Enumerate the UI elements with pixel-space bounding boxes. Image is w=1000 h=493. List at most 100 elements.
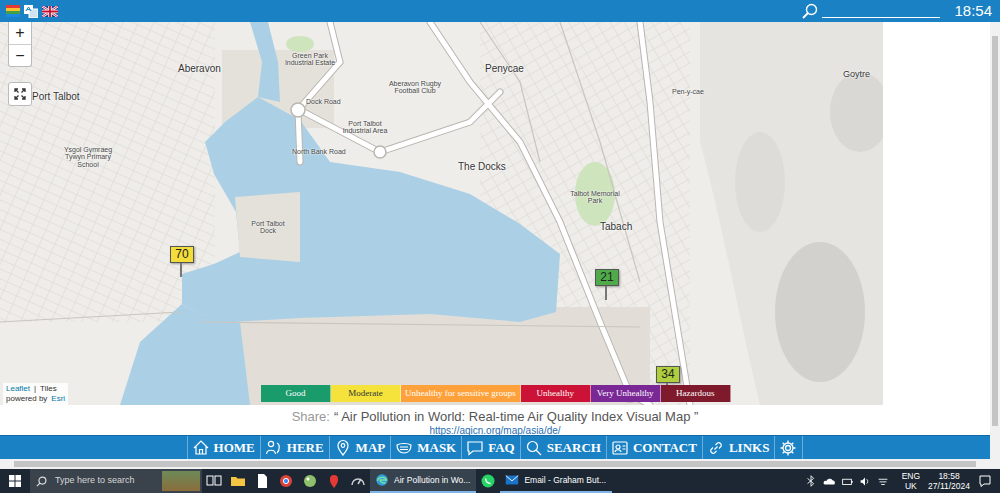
- app-title[interactable]: Air Pollution in Wo...: [394, 474, 470, 487]
- file-explorer-icon[interactable]: [226, 469, 250, 493]
- page-content: AberavonGreen Park Industrial EstatePeny…: [0, 22, 990, 459]
- nav-map-button[interactable]: MAP: [329, 436, 391, 459]
- start-button[interactable]: [0, 475, 30, 487]
- pin-value[interactable]: 34: [656, 366, 680, 383]
- bottom-nav: HOME HERE MAP MASK FAQ SEARCH CONTACT LINKS: [0, 435, 990, 459]
- map-label: The Docks: [458, 162, 506, 173]
- nav-links-button[interactable]: LINKS: [702, 436, 774, 459]
- nav-contact-button[interactable]: CONTACT: [606, 436, 702, 459]
- share-section: Share:“ Air Pollution in World: Real-tim…: [0, 405, 990, 435]
- gear-icon[interactable]: [779, 439, 797, 457]
- vertical-scrollbar[interactable]: [990, 22, 1000, 459]
- edge-icon[interactable]: [374, 472, 390, 488]
- taskbar: Type here to search Air Pollution in Wo..…: [0, 469, 1000, 493]
- zoom-control: +−: [8, 22, 32, 67]
- map-label: Dock Road: [306, 98, 341, 105]
- nav-label[interactable]: MAP: [356, 438, 386, 458]
- nav-here-button[interactable]: HERE: [260, 436, 329, 459]
- pin-value[interactable]: 21: [595, 269, 619, 286]
- map-label: Talbot Memorial Park: [570, 190, 620, 205]
- volume-icon[interactable]: [858, 473, 872, 489]
- translate-icon[interactable]: [24, 5, 38, 18]
- contact-icon[interactable]: [611, 439, 629, 457]
- nav-label[interactable]: LINKS: [729, 438, 769, 458]
- taskbar-search[interactable]: Type here to search: [30, 469, 202, 493]
- scroll-thumb[interactable]: [14, 461, 976, 467]
- map-label: Green Park Industrial Estate: [280, 52, 340, 67]
- leaflet-link[interactable]: Leaflet: [6, 384, 30, 393]
- pin-stem: [180, 263, 182, 277]
- map-label: Tabach: [600, 222, 632, 233]
- logo-icon[interactable]: [6, 5, 20, 17]
- share-label: Share:: [292, 409, 330, 424]
- here-icon[interactable]: [265, 439, 283, 457]
- network-icon[interactable]: [876, 473, 890, 489]
- mask-icon[interactable]: [395, 439, 413, 457]
- zoom-out-button[interactable]: −: [9, 44, 31, 66]
- nav-home-button[interactable]: HOME: [187, 436, 260, 459]
- taskbar-clock[interactable]: 18:5827/11/2024: [928, 471, 970, 491]
- notification-icon[interactable]: [978, 474, 992, 488]
- map-label: Penycae: [485, 64, 524, 75]
- windows-icon[interactable]: [9, 475, 21, 487]
- legend-item: Unhealthy for sensitive groups: [401, 385, 521, 402]
- esri-link[interactable]: Esri: [51, 394, 65, 403]
- search-icon[interactable]: [525, 439, 543, 457]
- task-view-icon[interactable]: [202, 469, 226, 493]
- fullscreen-icon[interactable]: [14, 88, 26, 100]
- map-label: North Bank Road: [292, 148, 346, 155]
- map-icon[interactable]: [334, 439, 352, 457]
- language-text[interactable]: UK: [902, 481, 920, 491]
- uk-flag-icon[interactable]: [42, 6, 58, 17]
- nav-mask-button[interactable]: MASK: [390, 436, 461, 459]
- map-canvas[interactable]: AberavonGreen Park Industrial EstatePeny…: [0, 22, 883, 405]
- nav-label[interactable]: FAQ: [488, 438, 514, 458]
- language-text[interactable]: ENG: [902, 471, 920, 481]
- nav-label[interactable]: MASK: [417, 438, 456, 458]
- bluetooth-icon[interactable]: [804, 473, 818, 489]
- chrome-icon[interactable]: [274, 469, 298, 493]
- search-field[interactable]: [822, 4, 940, 18]
- home-icon[interactable]: [192, 439, 210, 457]
- settings-button[interactable]: [774, 436, 803, 459]
- nav-faq-button[interactable]: FAQ: [461, 436, 519, 459]
- map-label: Port Talbot Dock: [248, 220, 288, 235]
- search-icon[interactable]: [36, 476, 47, 487]
- onedrive-icon[interactable]: [822, 473, 836, 489]
- app-title[interactable]: Email - Graham But...: [524, 474, 606, 487]
- fullscreen-button[interactable]: [8, 82, 32, 106]
- clock-time: 18:54: [954, 0, 992, 22]
- speed-icon[interactable]: [346, 469, 370, 493]
- nav-label[interactable]: SEARCH: [547, 438, 601, 458]
- nav-search-button[interactable]: SEARCH: [520, 436, 606, 459]
- taskbar-app[interactable]: Air Pollution in Wo...: [370, 469, 476, 493]
- map-pin[interactable]: 21: [595, 269, 619, 300]
- blank-panel: [883, 22, 990, 405]
- scroll-thumb[interactable]: [992, 36, 998, 426]
- faq-icon[interactable]: [466, 439, 484, 457]
- document-icon[interactable]: [250, 469, 274, 493]
- map-label: Ysgol Gymraeg Tywyn Primary School: [58, 146, 118, 168]
- links-icon[interactable]: [707, 439, 725, 457]
- taskbar-app[interactable]: Email - Graham But...: [500, 469, 612, 493]
- pin-value[interactable]: 70: [170, 246, 194, 263]
- search-icon[interactable]: [802, 3, 818, 19]
- map-label: Pen-y-cae: [672, 88, 704, 95]
- language-indicator[interactable]: ENGUK: [902, 471, 920, 491]
- nav-label[interactable]: HERE: [287, 438, 324, 458]
- whatsapp-icon[interactable]: [476, 469, 500, 493]
- app-icon[interactable]: [298, 469, 322, 493]
- battery-icon[interactable]: [840, 473, 854, 489]
- nav-label[interactable]: HOME: [214, 438, 255, 458]
- mail-icon[interactable]: [504, 472, 520, 488]
- search-placeholder[interactable]: Type here to search: [55, 474, 135, 488]
- nav-label[interactable]: CONTACT: [633, 438, 697, 458]
- horizontal-scrollbar[interactable]: [0, 459, 1000, 469]
- clock-date[interactable]: 27/11/2024: [928, 481, 970, 491]
- map-label: Aberavon Rugby Football Club: [380, 80, 450, 95]
- maps-icon[interactable]: [322, 469, 346, 493]
- map-pin[interactable]: 70: [170, 246, 194, 277]
- zoom-in-button[interactable]: +: [9, 22, 31, 44]
- legend-item: Hazardous: [661, 385, 731, 402]
- clock-time[interactable]: 18:58: [928, 471, 970, 481]
